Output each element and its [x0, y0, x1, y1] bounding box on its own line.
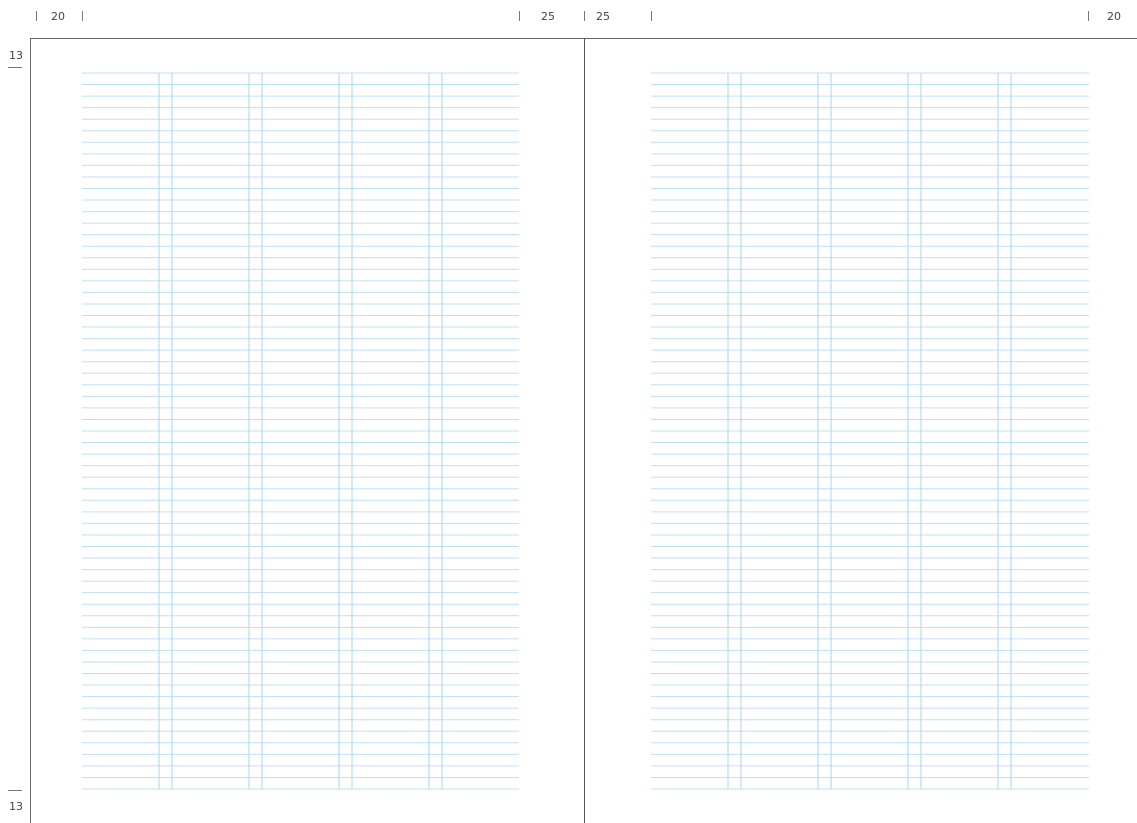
right-page-grid	[651, 72, 1089, 790]
ruled-grids	[82, 72, 1089, 790]
left-page-grid	[82, 72, 519, 790]
